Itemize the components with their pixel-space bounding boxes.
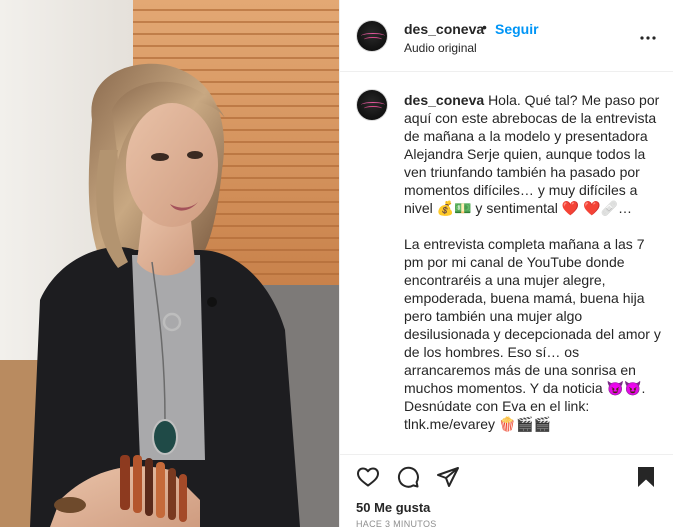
bookmark-icon[interactable] — [634, 465, 658, 489]
separator-dot: • — [482, 19, 487, 35]
post-media-photo[interactable] — [0, 0, 339, 527]
audio-link[interactable]: Audio original — [404, 41, 477, 55]
caption-username[interactable]: des_coneva — [404, 92, 484, 108]
interview-photo — [0, 0, 339, 527]
post-caption: des_coneva Hola. Qué tal? Me paso por aq… — [404, 91, 666, 433]
paper-plane-icon[interactable] — [436, 465, 460, 489]
caption-text: Hola. Qué tal? Me paso por aquí con este… — [404, 92, 661, 432]
author-username[interactable]: des_coneva — [404, 21, 484, 37]
post-timestamp[interactable]: HACE 3 MINUTOS — [356, 519, 437, 527]
post-header: des_coneva • Seguir Audio original — [340, 0, 673, 72]
follow-button[interactable]: Seguir — [495, 21, 539, 37]
heart-icon[interactable] — [356, 465, 380, 489]
comment-bubble-icon[interactable] — [396, 465, 420, 489]
post-sidebar: des_coneva • Seguir Audio original des_c… — [339, 0, 673, 527]
author-avatar[interactable] — [356, 20, 388, 52]
like-count[interactable]: 50 Me gusta — [356, 500, 430, 515]
more-horizontal-icon[interactable] — [636, 26, 660, 50]
caption-author-avatar[interactable] — [356, 89, 388, 121]
caption-area: des_coneva Hola. Qué tal? Me paso por aq… — [340, 73, 673, 454]
action-bar: 50 Me gusta HACE 3 MINUTOS — [340, 454, 673, 527]
